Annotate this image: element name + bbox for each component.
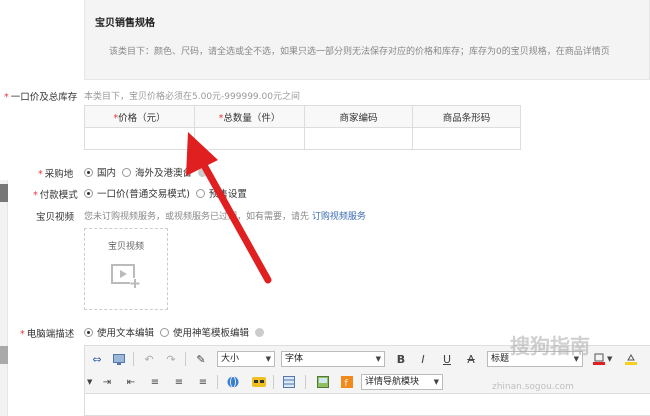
toolbar-separator (133, 352, 134, 366)
chevron-down-icon: ▼ (375, 355, 381, 363)
pc-description-label: * 电脑端描述 (20, 329, 75, 340)
preview-icon[interactable] (111, 351, 127, 367)
source-code-icon[interactable]: ⇔ (89, 351, 105, 367)
sales-specs-title: 宝贝销售规格 (95, 18, 155, 29)
align-right-icon[interactable]: ≡ (195, 374, 211, 390)
align-center-icon[interactable]: ≡ (171, 374, 187, 390)
detail-nav-module-select[interactable]: 详情导航模块 ▼ (361, 374, 443, 390)
sales-specs-panel: 宝贝销售规格 该类目下：颜色、尺码，请全选或全不选，如果只选一部分则无法保存对应… (84, 0, 650, 80)
image-icon[interactable] (315, 374, 331, 390)
chevron-down-icon: ▼ (433, 378, 439, 386)
chevron-down-icon[interactable]: ▼ (607, 351, 612, 367)
add-video-icon (111, 264, 140, 288)
font-size-select[interactable]: 大小 ▼ (217, 351, 275, 367)
toolbar-separator (185, 352, 186, 366)
column-header-price: *价格（元） (84, 105, 195, 128)
left-strip-marker (0, 346, 8, 364)
sogou-watermark: 搜狗指南 (510, 334, 590, 358)
radio-empty-icon (195, 188, 205, 198)
radio-empty-icon (160, 327, 170, 337)
price-range-hint: 本类目下，宝贝价格必须在5.00元-999999.00元之间 (84, 92, 300, 102)
radio-fixed-price[interactable]: 一口价(普通交易模式) (84, 186, 190, 200)
purchase-location-label: * 采购地 (38, 169, 74, 180)
font-color-icon[interactable] (591, 351, 607, 367)
payment-mode-options: 一口价(普通交易模式) 预售设置 (84, 186, 253, 200)
barcode-input-cell[interactable] (412, 127, 521, 150)
sales-specs-description: 该类目下：颜色、尺码，请全选或全不选，如果只选一部分则无法保存对应的价格和库存；… (109, 47, 610, 57)
help-circle-icon[interactable] (198, 167, 208, 177)
redo-icon[interactable]: ↷ (163, 351, 179, 367)
sogou-watermark-url: zhinan.sogou.com (492, 382, 574, 392)
strikethrough-button[interactable]: A (463, 351, 479, 367)
quantity-input-cell[interactable] (194, 127, 305, 150)
video-service-notice: 您未订购视频服务，或视频服务已过期，如有需要，请先 订购视频服务 (84, 212, 366, 222)
font-family-select[interactable]: 字体 ▼ (281, 351, 385, 367)
left-strip-marker (0, 184, 8, 202)
radio-presale[interactable]: 预售设置 (195, 186, 247, 200)
payment-mode-label: * 付款模式 (33, 190, 78, 201)
radio-checked-icon (84, 188, 93, 198)
radio-shenbi-template[interactable]: 使用神笔模板编辑 (160, 325, 249, 339)
radio-checked-icon (84, 327, 93, 337)
pc-description-options: 使用文本编辑 使用神笔模板编辑 (84, 325, 268, 339)
bold-button[interactable]: B (393, 351, 409, 367)
align-left-icon[interactable]: ≡ (147, 374, 163, 390)
video-upload-box[interactable]: 宝贝视频 (84, 228, 168, 310)
outdent-icon[interactable]: ⇤ (123, 374, 139, 390)
toolbar-separator (305, 375, 306, 389)
column-header-merchant-code: 商家编码 (304, 105, 413, 128)
link-globe-icon[interactable] (225, 374, 241, 390)
chevron-down-icon[interactable]: ▼ (87, 374, 92, 390)
radio-text-editor[interactable]: 使用文本编辑 (84, 325, 154, 339)
flash-icon[interactable]: f (339, 374, 355, 390)
toolbar-separator (217, 375, 218, 389)
help-circle-icon[interactable] (255, 327, 265, 337)
merchant-code-input-cell[interactable] (304, 127, 413, 150)
column-header-quantity: *总数量（件） (194, 105, 305, 128)
video-box-title: 宝贝视频 (107, 242, 144, 252)
radio-overseas[interactable]: 海外及港澳台 (122, 165, 192, 179)
video-label: 宝贝视频 (36, 212, 75, 223)
radio-empty-icon (122, 167, 132, 177)
table-icon[interactable] (281, 374, 297, 390)
price-stock-table: *价格（元） *总数量（件） 商家编码 商品条形码 (84, 105, 521, 150)
price-stock-label: * 一口价及总库存 (4, 92, 78, 103)
table-row (84, 127, 521, 150)
price-input-cell[interactable] (84, 127, 195, 150)
emoticon-icon[interactable] (251, 374, 267, 390)
background-color-icon[interactable] (623, 351, 639, 367)
required-mark: * (4, 92, 9, 103)
undo-icon[interactable]: ↶ (141, 351, 157, 367)
radio-domestic[interactable]: 国内 (84, 165, 116, 179)
column-header-barcode: 商品条形码 (412, 105, 521, 128)
left-edge-strip (0, 180, 8, 416)
toolbar-separator (273, 375, 274, 389)
purchase-location-options: 国内 海外及港澳台 (84, 165, 211, 179)
indent-icon[interactable]: ⇥ (99, 374, 115, 390)
radio-checked-icon (84, 167, 93, 177)
format-brush-icon[interactable]: ✎ (193, 351, 209, 367)
underline-button[interactable]: U (439, 351, 455, 367)
order-video-service-link[interactable]: 订购视频服务 (312, 212, 366, 222)
chevron-down-icon: ▼ (265, 355, 271, 363)
table-header-row: *价格（元） *总数量（件） 商家编码 商品条形码 (84, 105, 521, 128)
italic-button[interactable]: I (415, 351, 431, 367)
